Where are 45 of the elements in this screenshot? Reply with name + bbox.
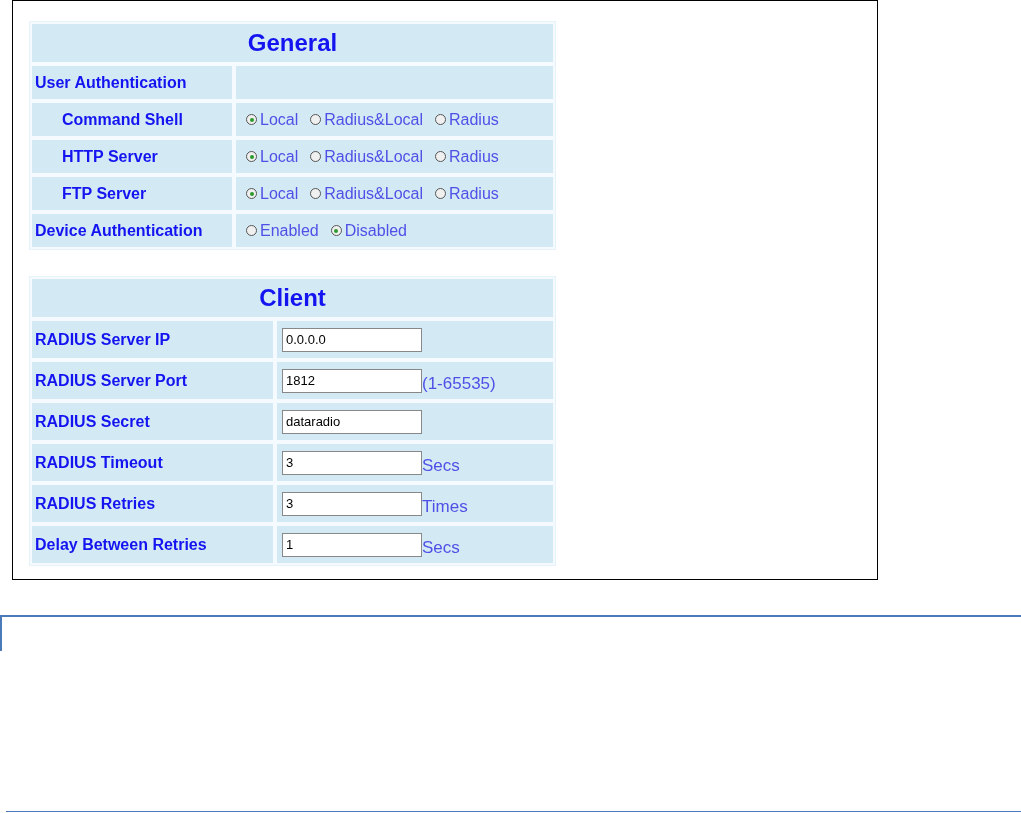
radio-option[interactable]: Radius — [435, 110, 499, 129]
radio-option[interactable]: Radius&Local — [310, 147, 423, 166]
input-field[interactable]: 3 — [282, 491, 422, 516]
setting-label: RADIUS Timeout — [30, 442, 275, 483]
radio-option[interactable]: Enabled — [246, 221, 319, 240]
radio-option[interactable]: Radius — [435, 147, 499, 166]
radio-button[interactable] — [310, 188, 322, 199]
radio-option[interactable]: Disabled — [330, 221, 407, 240]
radio-button[interactable] — [310, 151, 322, 162]
unit-label: (1-65535) — [422, 373, 496, 394]
unit-label: Times — [422, 496, 468, 517]
radio-button[interactable] — [246, 151, 257, 162]
setting-label: RADIUS Server IP — [30, 319, 275, 360]
setting-label: Delay Between Retries — [30, 524, 275, 565]
setting-label: Device Authentication — [30, 212, 234, 249]
input-field[interactable]: 1 — [282, 532, 422, 557]
input-field[interactable]: dataradio — [282, 409, 422, 434]
radio-option[interactable]: Radius&Local — [310, 110, 423, 129]
radio-button[interactable] — [246, 114, 257, 125]
setting-label: FTP Server — [30, 175, 234, 212]
input-field[interactable]: 0.0.0.0 — [282, 327, 422, 352]
input-field[interactable]: 1812 — [282, 368, 422, 393]
radio-button[interactable] — [246, 188, 257, 199]
radio-button[interactable] — [246, 225, 257, 236]
setting-label: HTTP Server — [30, 138, 234, 175]
radio-button[interactable] — [310, 114, 322, 125]
radio-option[interactable]: Local — [246, 110, 299, 129]
radio-button[interactable] — [435, 114, 446, 125]
radio-option[interactable]: Radius — [435, 184, 499, 203]
unit-label: Secs — [422, 455, 460, 476]
setting-label: User Authentication — [30, 64, 234, 101]
setting-label: RADIUS Retries — [30, 483, 275, 524]
radio-button[interactable] — [435, 188, 446, 199]
section-title: Client — [30, 277, 555, 319]
radio-button[interactable] — [330, 225, 342, 236]
radio-button[interactable] — [435, 151, 446, 162]
unit-label: Secs — [422, 537, 460, 558]
setting-label: RADIUS Server Port — [30, 360, 275, 401]
radio-option[interactable]: Local — [246, 184, 299, 203]
section-title: General — [30, 22, 555, 64]
setting-label: RADIUS Secret — [30, 401, 275, 442]
input-field[interactable]: 3 — [282, 450, 422, 475]
radio-option[interactable]: Local — [246, 147, 299, 166]
radio-option[interactable]: Radius&Local — [310, 184, 423, 203]
setting-label: Command Shell — [30, 101, 234, 138]
